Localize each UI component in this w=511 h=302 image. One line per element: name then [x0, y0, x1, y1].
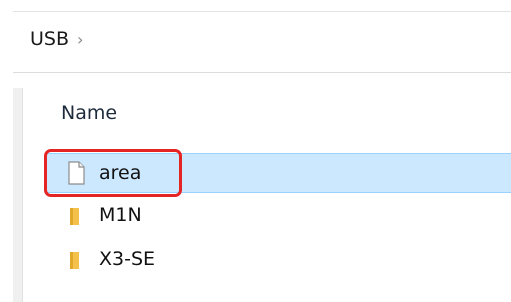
file-name: area	[99, 162, 142, 184]
address-bar-divider	[13, 72, 511, 73]
folder-name: M1N	[99, 204, 142, 226]
breadcrumb-item-usb[interactable]: USB	[30, 28, 69, 50]
breadcrumb: USB ›	[30, 28, 83, 50]
file-list: Name area M1N X3-SE	[23, 88, 511, 302]
navigation-pane-edge	[13, 88, 23, 302]
file-icon	[68, 161, 85, 185]
folder-row-m1n[interactable]: M1N	[47, 196, 511, 234]
file-row-area[interactable]: area	[47, 153, 511, 193]
folder-icon	[70, 208, 79, 225]
column-header-name[interactable]: Name	[61, 102, 117, 124]
folder-icon	[70, 252, 79, 269]
chevron-right-icon[interactable]: ›	[77, 30, 83, 49]
folder-row-x3-se[interactable]: X3-SE	[47, 240, 511, 278]
folder-name: X3-SE	[99, 248, 156, 270]
